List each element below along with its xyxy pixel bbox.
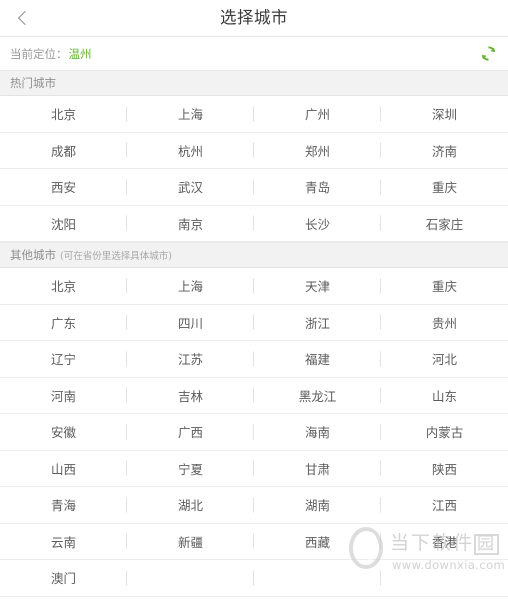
grid-row: 辽宁 江苏 福建 河北: [0, 341, 508, 378]
city-cell[interactable]: 广东: [0, 305, 127, 341]
city-cell[interactable]: 四川: [127, 305, 254, 341]
current-location-city[interactable]: 温州: [69, 46, 92, 62]
city-cell[interactable]: 甘肃: [254, 451, 381, 487]
titlebar: 选择城市: [0, 0, 508, 37]
grid-row: 云南 新疆 西藏 香港: [0, 524, 508, 560]
city-cell[interactable]: 黑龙江: [254, 378, 381, 414]
section-title: 其他城市: [10, 248, 56, 262]
city-cell-empty: [381, 560, 508, 596]
city-cell[interactable]: 湖北: [127, 487, 254, 523]
grid-row: 山西 宁夏 甘肃 陕西: [0, 451, 508, 487]
city-cell[interactable]: 西安: [0, 169, 127, 205]
city-cell[interactable]: 江西: [381, 487, 508, 523]
grid-row: 西安 武汉 青岛 重庆: [0, 169, 508, 206]
city-cell[interactable]: 云南: [0, 524, 127, 560]
back-button[interactable]: [0, 0, 46, 36]
city-cell[interactable]: 成都: [0, 133, 127, 169]
grid-row: 沈阳 南京 长沙 石家庄: [0, 206, 508, 242]
city-cell[interactable]: 贵州: [381, 305, 508, 341]
city-cell[interactable]: 山东: [381, 378, 508, 414]
city-cell[interactable]: 石家庄: [381, 206, 508, 242]
grid-row: 成都 杭州 郑州 济南: [0, 133, 508, 169]
city-cell[interactable]: 杭州: [127, 133, 254, 169]
refresh-location-button[interactable]: [476, 42, 500, 66]
city-picker-screen: 选择城市 当前定位： 温州 热门城市 北京 上海 广州 深圳 成都 杭州 郑州 济南 西安 武汉青…: [0, 0, 508, 600]
other-cities-grid: 北京 上海 天津 重庆 广东 四川 浙江 贵州 辽宁 江苏 福建 河北 河南 吉林 黑龙江 山东 安徽 广西 海南内…: [0, 268, 508, 597]
city-cell[interactable]: 北京: [0, 268, 127, 304]
city-cell-empty: [127, 560, 254, 596]
city-cell[interactable]: 浙江: [254, 305, 381, 341]
city-cell[interactable]: 重庆: [381, 169, 508, 205]
city-cell[interactable]: 河北: [381, 341, 508, 377]
chevron-left-icon: [17, 10, 32, 26]
city-cell[interactable]: 广州: [254, 96, 381, 132]
city-cell[interactable]: 新疆: [127, 524, 254, 560]
grid-row: 澳门: [0, 560, 508, 597]
city-cell[interactable]: 上海: [127, 268, 254, 304]
city-cell[interactable]: 河南: [0, 378, 127, 414]
city-cell-empty: [254, 560, 381, 596]
city-cell[interactable]: 安徽: [0, 414, 127, 450]
grid-row: 青海 湖北 湖南 江西: [0, 487, 508, 524]
city-cell[interactable]: 澳门: [0, 560, 127, 596]
city-cell[interactable]: 湖南: [254, 487, 381, 523]
section-title: 热门城市: [10, 76, 56, 90]
city-cell[interactable]: 辽宁: [0, 341, 127, 377]
city-cell[interactable]: 武汉: [127, 169, 254, 205]
section-note: (可在省份里选择具体城市): [60, 251, 172, 262]
city-cell[interactable]: 海南: [254, 414, 381, 450]
grid-row: 北京 上海 广州 深圳: [0, 96, 508, 133]
city-cell[interactable]: 陕西: [381, 451, 508, 487]
city-cell[interactable]: 上海: [127, 96, 254, 132]
section-header-hot-cities: 热门城市: [0, 70, 508, 96]
city-cell[interactable]: 天津: [254, 268, 381, 304]
city-cell[interactable]: 山西: [0, 451, 127, 487]
refresh-icon: [481, 46, 495, 61]
city-cell[interactable]: 郑州: [254, 133, 381, 169]
city-cell[interactable]: 重庆: [381, 268, 508, 304]
current-location-label: 当前定位：: [10, 46, 68, 61]
city-cell[interactable]: 内蒙古: [381, 414, 508, 450]
city-cell[interactable]: 济南: [381, 133, 508, 169]
city-cell[interactable]: 沈阳: [0, 206, 127, 242]
current-location-bar: 当前定位： 温州: [0, 37, 508, 70]
city-cell[interactable]: 南京: [127, 206, 254, 242]
city-cell[interactable]: 青岛: [254, 169, 381, 205]
grid-row: 北京 上海 天津 重庆: [0, 268, 508, 305]
grid-row: 安徽 广西 海南 内蒙古: [0, 414, 508, 451]
city-cell[interactable]: 江苏: [127, 341, 254, 377]
city-cell[interactable]: 福建: [254, 341, 381, 377]
city-cell[interactable]: 青海: [0, 487, 127, 523]
city-cell[interactable]: 深圳: [381, 96, 508, 132]
section-header-other-cities: 其他城市 (可在省份里选择具体城市): [0, 242, 508, 268]
city-cell[interactable]: 香港: [381, 524, 508, 560]
page-title: 选择城市: [220, 8, 288, 27]
city-cell[interactable]: 长沙: [254, 206, 381, 242]
city-cell[interactable]: 北京: [0, 96, 127, 132]
city-cell[interactable]: 广西: [127, 414, 254, 450]
city-cell[interactable]: 宁夏: [127, 451, 254, 487]
city-cell[interactable]: 吉林: [127, 378, 254, 414]
grid-row: 广东 四川 浙江 贵州: [0, 305, 508, 341]
hot-cities-grid: 北京 上海 广州 深圳 成都 杭州 郑州 济南 西安 武汉 青岛 重庆 沈阳 南京 长沙 石家庄: [0, 96, 508, 242]
grid-row: 河南 吉林 黑龙江 山东: [0, 378, 508, 414]
city-cell[interactable]: 西藏: [254, 524, 381, 560]
